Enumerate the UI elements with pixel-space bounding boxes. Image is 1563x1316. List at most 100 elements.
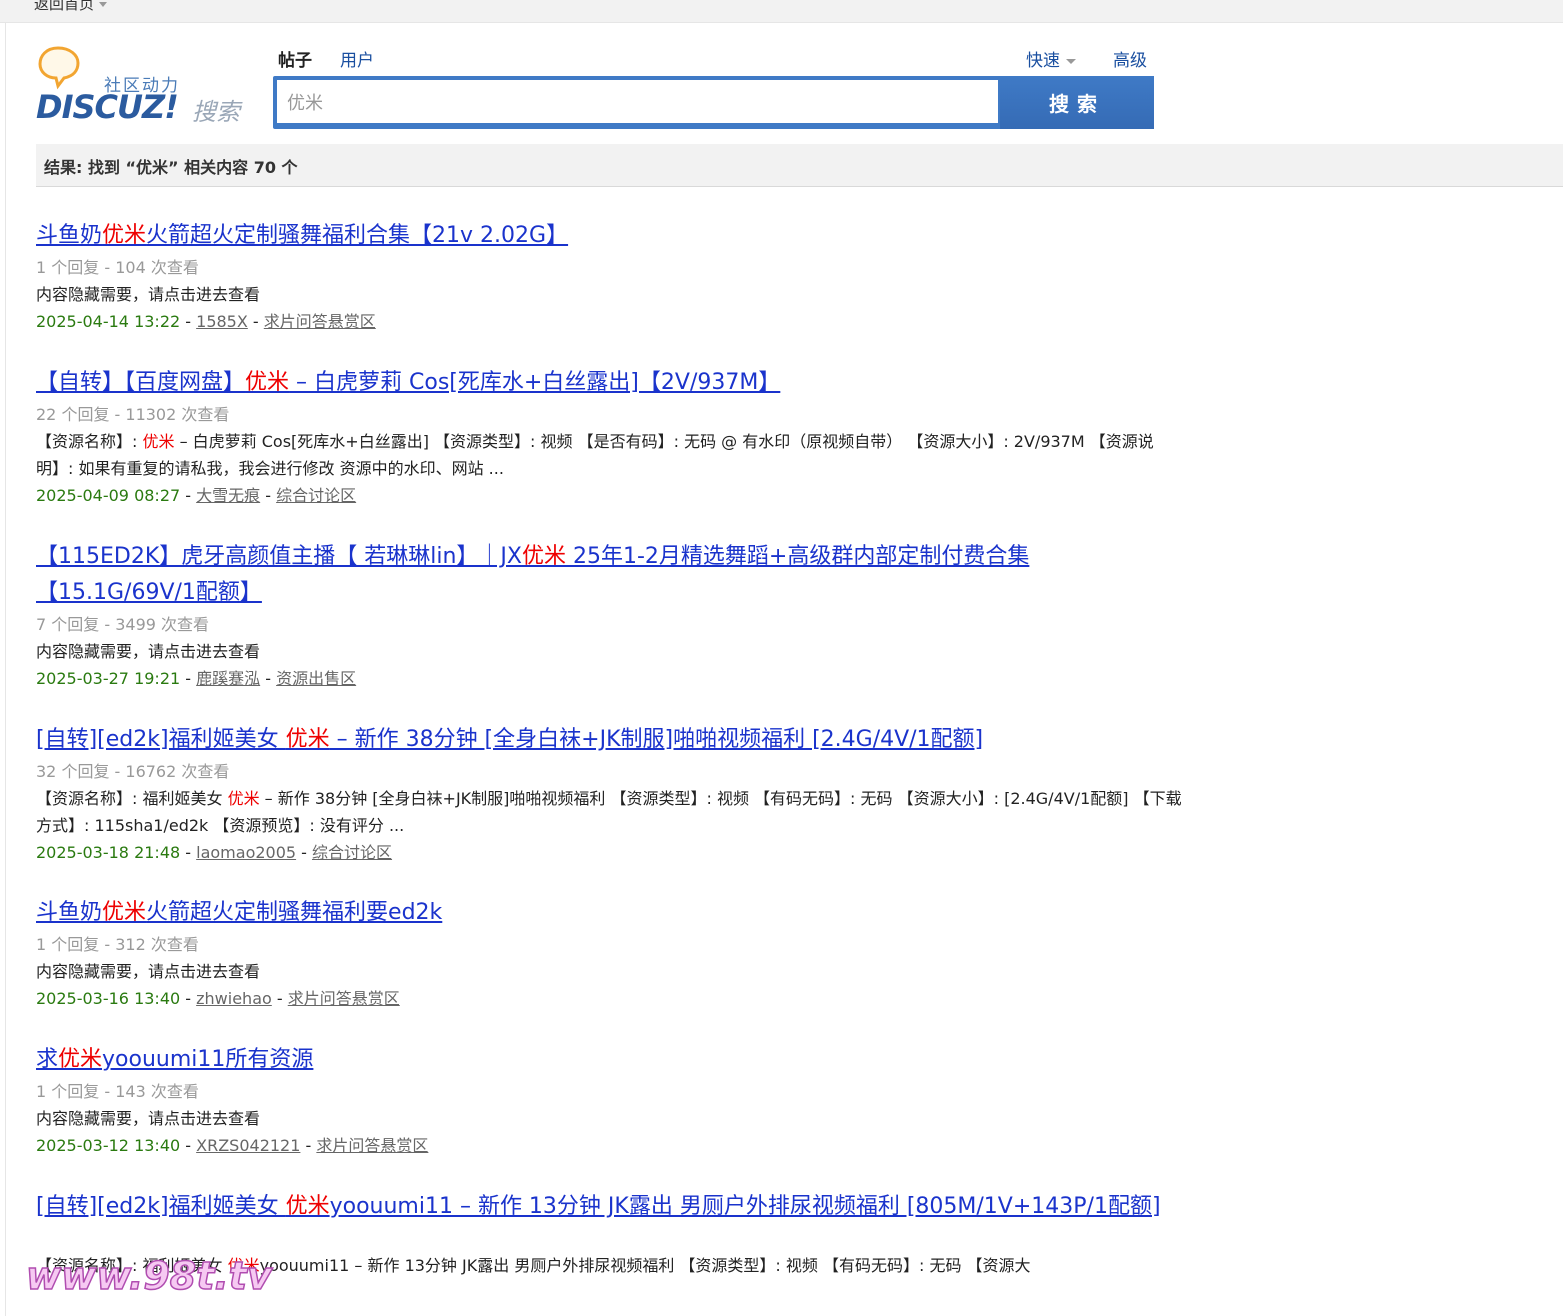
- meta-separator: -: [180, 843, 197, 862]
- search-input[interactable]: [277, 80, 998, 123]
- result-forum-link[interactable]: 求片问答悬赏区: [316, 1136, 428, 1155]
- title-text: 火箭超火定制骚舞福利要ed2k: [146, 900, 443, 925]
- result-snippet: 内容隐藏需要，请点击进去查看: [36, 958, 1186, 985]
- result-forum-link[interactable]: 综合讨论区: [312, 843, 392, 862]
- title-text: – 白虎萝莉 Cos[死库水+白丝露出]【2V/937M】: [289, 370, 781, 395]
- meta-separator: -: [180, 312, 197, 331]
- search-result: 【115ED2K】虎牙高颜值主播【 若琳琳lin】｜JX优米 25年1-2月精选…: [36, 539, 1186, 692]
- result-title-link[interactable]: [自转][ed2k]福利姬美女 优米 – 新作 38分钟 [全身白袜+JK制服]…: [36, 722, 1186, 758]
- title-text: 【115ED2K】虎牙高颜值主播【 若琳琳lin】｜JX: [36, 544, 522, 569]
- meta-separator: -: [247, 312, 264, 331]
- snippet-text: 内容隐藏需要，请点击进去查看: [36, 285, 261, 304]
- result-date: 2025-04-14 13:22: [36, 312, 181, 331]
- meta-separator: -: [296, 843, 313, 862]
- result-author-link[interactable]: zhwiehao: [196, 989, 272, 1008]
- result-snippet: 内容隐藏需要，请点击进去查看: [36, 1105, 1186, 1132]
- watermark-text: www.98t.tv: [25, 1253, 272, 1299]
- result-date: 2025-03-12 13:40: [36, 1136, 181, 1155]
- snippet-text: 内容隐藏需要，请点击进去查看: [36, 642, 261, 661]
- result-title-link[interactable]: 斗鱼奶优米火箭超火定制骚舞福利合集【21v 2.02G】: [36, 218, 1186, 254]
- snippet-text: 【资源名称】:: [36, 432, 143, 451]
- result-forum-link[interactable]: 求片问答悬赏区: [264, 312, 376, 331]
- result-author-link[interactable]: 1585X: [196, 312, 248, 331]
- meta-separator: -: [180, 486, 197, 505]
- tab-posts[interactable]: 帖子: [278, 46, 312, 71]
- title-highlight: 优米: [521, 544, 566, 569]
- title-text: 【自转】【百度网盘】: [36, 370, 246, 395]
- chevron-down-icon: [1066, 58, 1076, 64]
- home-link[interactable]: 返回首页: [34, 0, 108, 14]
- meta-separator: -: [300, 1136, 317, 1155]
- result-title-link[interactable]: 斗鱼奶优米火箭超火定制骚舞福利要ed2k: [36, 895, 1186, 931]
- result-forum-link[interactable]: 综合讨论区: [276, 486, 356, 505]
- title-text: yoouumi11所有资源: [102, 1047, 314, 1072]
- meta-separator: -: [260, 486, 277, 505]
- result-summary: 结果: 找到 “优米” 相关内容 70 个: [44, 158, 298, 177]
- result-author-link[interactable]: 鹿蹊蹇泓: [196, 669, 260, 688]
- meta-separator: -: [180, 669, 197, 688]
- search-result: 【自转】【百度网盘】优米 – 白虎萝莉 Cos[死库水+白丝露出]【2V/937…: [36, 365, 1186, 509]
- snippet-highlight: 优米: [227, 789, 260, 808]
- result-title-link[interactable]: 【自转】【百度网盘】优米 – 白虎萝莉 Cos[死库水+白丝露出]【2V/937…: [36, 365, 1186, 401]
- logo-brand: DISCUZ!: [36, 88, 179, 126]
- search-button[interactable]: 搜索: [1000, 76, 1154, 129]
- result-forum-link[interactable]: 求片问答悬赏区: [288, 989, 400, 1008]
- result-stats: 1 个回复 - 312 次查看: [36, 935, 199, 954]
- result-snippet: 【资源名称】: 优米 – 白虎萝莉 Cos[死库水+白丝露出] 【资源类型】: …: [36, 428, 1186, 482]
- title-highlight: 优米: [285, 1194, 330, 1219]
- title-text: – 新作 38分钟 [全身白袜+JK制服]啪啪视频福利 [2.4G/4V/1配额…: [329, 727, 984, 752]
- snippet-text: yoouumi11 – 新作 13分钟 JK露出 男厕户外排尿视频福利 【资源类…: [259, 1256, 1031, 1275]
- search-result: 斗鱼奶优米火箭超火定制骚舞福利要ed2k 1 个回复 - 312 次查看 内容隐…: [36, 895, 1186, 1012]
- result-summary-bar: 结果: 找到 “优米” 相关内容 70 个: [36, 144, 1563, 187]
- title-highlight: 优米: [245, 370, 290, 395]
- title-text: 求: [36, 1047, 59, 1072]
- speech-bubble-icon: [38, 46, 80, 90]
- result-meta: 2025-04-14 13:22 - 1585X - 求片问答悬赏区: [36, 308, 1186, 335]
- title-highlight: 优米: [58, 1047, 103, 1072]
- quick-search-label: 快速: [1026, 51, 1060, 71]
- title-text: 斗鱼奶: [36, 900, 103, 925]
- result-date: 2025-03-27 19:21: [36, 669, 181, 688]
- search-box: 搜索: [273, 76, 1154, 129]
- meta-separator: -: [260, 669, 277, 688]
- title-text: 火箭超火定制骚舞福利合集【21v 2.02G】: [146, 223, 569, 248]
- result-forum-link[interactable]: 资源出售区: [276, 669, 356, 688]
- tab-users[interactable]: 用户: [340, 46, 374, 71]
- meta-separator: -: [271, 989, 288, 1008]
- title-text: [自转][ed2k]福利姬美女: [36, 727, 286, 752]
- snippet-text: 【资源名称】: 福利姬美女: [36, 789, 228, 808]
- result-title-link[interactable]: 【115ED2K】虎牙高颜值主播【 若琳琳lin】｜JX优米 25年1-2月精选…: [36, 539, 1186, 611]
- discuz-logo[interactable]: 社区动力 DISCUZ! 搜索: [36, 44, 246, 126]
- top-bar: 返回首页: [0, 0, 1563, 23]
- meta-separator: -: [180, 989, 197, 1008]
- result-stats: 22 个回复 - 11302 次查看: [36, 405, 230, 424]
- result-stats: 1 个回复 - 143 次查看: [36, 1082, 199, 1101]
- chevron-down-icon: [99, 2, 108, 7]
- result-title-link[interactable]: 求优米yoouumi11所有资源: [36, 1042, 1186, 1078]
- search-result: 斗鱼奶优米火箭超火定制骚舞福利合集【21v 2.02G】 1 个回复 - 104…: [36, 218, 1186, 335]
- result-author-link[interactable]: XRZS042121: [196, 1136, 300, 1155]
- page: 返回首页 社区动力 DISCUZ! 搜索 帖子 用户 快速 高级 搜索 结果: …: [0, 0, 1563, 1316]
- result-meta: 2025-03-18 21:48 - laomao2005 - 综合讨论区: [36, 839, 1186, 866]
- result-title-link[interactable]: [自转][ed2k]福利姬美女 优米yoouumi11 – 新作 13分钟 JK…: [36, 1189, 1186, 1225]
- title-highlight: 优米: [102, 900, 147, 925]
- snippet-text: – 白虎萝莉 Cos[死库水+白丝露出] 【资源类型】: 视频 【是否有码】: …: [36, 432, 1154, 478]
- quick-search-dropdown[interactable]: 快速: [1026, 46, 1076, 71]
- result-date: 2025-03-16 13:40: [36, 989, 181, 1008]
- advanced-search-link[interactable]: 高级: [1113, 46, 1147, 71]
- result-author-link[interactable]: 大雪无痕: [196, 486, 260, 505]
- title-text: yoouumi11 – 新作 13分钟 JK露出 男厕户外排尿视频福利 [805…: [329, 1194, 1161, 1219]
- result-snippet: 内容隐藏需要，请点击进去查看: [36, 281, 1186, 308]
- title-text: 斗鱼奶: [36, 223, 103, 248]
- result-snippet: 【资源名称】: 福利姬美女 优米 – 新作 38分钟 [全身白袜+JK制服]啪啪…: [36, 785, 1186, 839]
- result-author-link[interactable]: laomao2005: [196, 843, 296, 862]
- site-watermark: www.98t.tv: [25, 1253, 272, 1316]
- result-stats: 32 个回复 - 16762 次查看: [36, 762, 230, 781]
- result-date: 2025-04-09 08:27: [36, 486, 181, 505]
- snippet-text: 内容隐藏需要，请点击进去查看: [36, 962, 261, 981]
- result-snippet: 内容隐藏需要，请点击进去查看: [36, 638, 1186, 665]
- search-result: [自转][ed2k]福利姬美女 优米 – 新作 38分钟 [全身白袜+JK制服]…: [36, 722, 1186, 866]
- meta-separator: -: [180, 1136, 197, 1155]
- snippet-highlight: 优米: [142, 432, 175, 451]
- search-result: 求优米yoouumi11所有资源 1 个回复 - 143 次查看 内容隐藏需要，…: [36, 1042, 1186, 1159]
